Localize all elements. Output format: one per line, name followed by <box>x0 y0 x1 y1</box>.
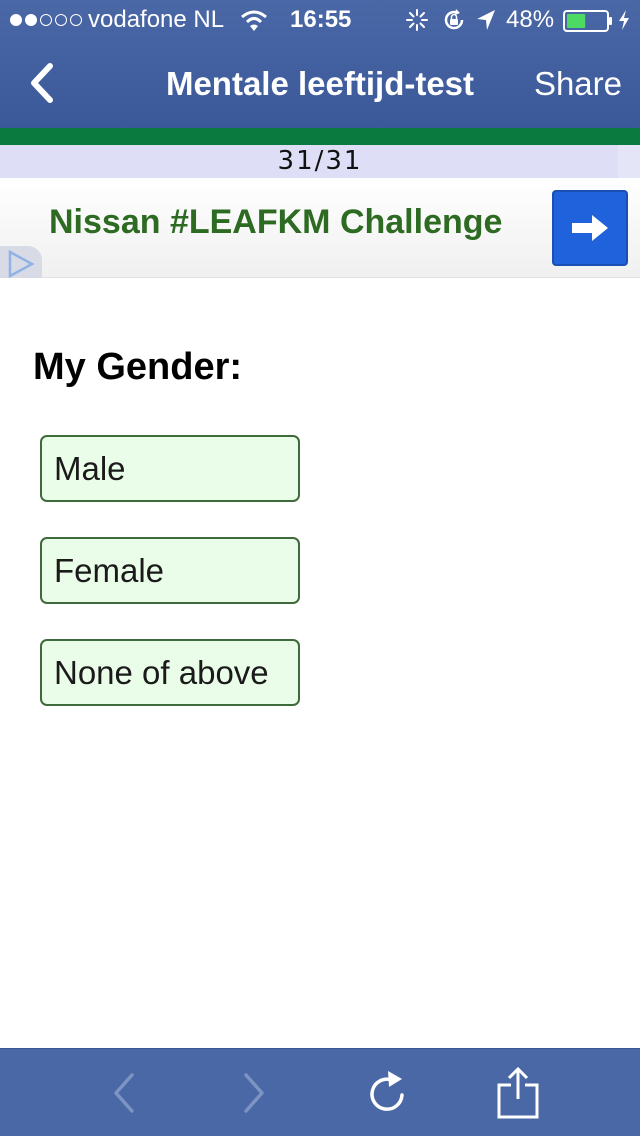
reload-button[interactable] <box>362 1067 414 1119</box>
status-bar: vodafone NL 16:55 48% <box>0 0 640 40</box>
navigation-bar: Mentale leeftijd-test Share <box>0 40 640 128</box>
quiz-progress-bar: 31/31 <box>0 145 640 178</box>
browser-forward-button[interactable] <box>228 1067 280 1119</box>
ad-choices-icon <box>8 249 35 279</box>
option-none-of-above[interactable]: None of above <box>40 639 300 706</box>
chevron-left-icon <box>31 63 53 103</box>
ad-open-button[interactable] <box>552 190 628 266</box>
reload-icon <box>370 1071 404 1111</box>
location-arrow-icon <box>477 10 495 30</box>
rotation-lock-icon <box>444 9 464 30</box>
signal-strength-icon <box>10 0 82 40</box>
activity-spinner-icon <box>406 9 428 31</box>
bottom-toolbar <box>0 1048 640 1136</box>
charging-bolt-icon <box>619 10 629 30</box>
ad-headline[interactable]: Nissan #LEAFKM Challenge <box>49 203 502 242</box>
header: vodafone NL 16:55 48% Mentale leeftijd-t… <box>0 0 640 128</box>
battery-icon <box>563 10 612 32</box>
header-accent-strip <box>0 128 640 145</box>
page-title: Mentale leeftijd-test <box>165 65 475 102</box>
carrier-name: vodafone NL <box>88 6 225 33</box>
ad-choices-badge[interactable] <box>0 246 42 279</box>
browser-back-button[interactable] <box>98 1067 150 1119</box>
ad-banner[interactable]: Nissan #LEAFKM Challenge <box>0 178 640 278</box>
option-female[interactable]: Female <box>40 537 300 604</box>
forward-arrow-icon <box>244 1073 264 1113</box>
share-icon <box>497 1066 539 1119</box>
wifi-icon <box>241 10 267 31</box>
back-arrow-icon <box>114 1073 134 1113</box>
share-action-button[interactable] <box>492 1066 544 1119</box>
question-heading: My Gender: <box>33 346 243 388</box>
share-button[interactable]: Share <box>534 40 622 128</box>
clock-time: 16:55 <box>290 6 352 33</box>
option-male[interactable]: Male <box>40 435 300 502</box>
progress-counter: 31/31 <box>277 146 363 176</box>
arrow-right-icon <box>572 215 608 241</box>
back-button[interactable] <box>18 58 68 108</box>
battery-percent: 48% <box>506 6 555 33</box>
